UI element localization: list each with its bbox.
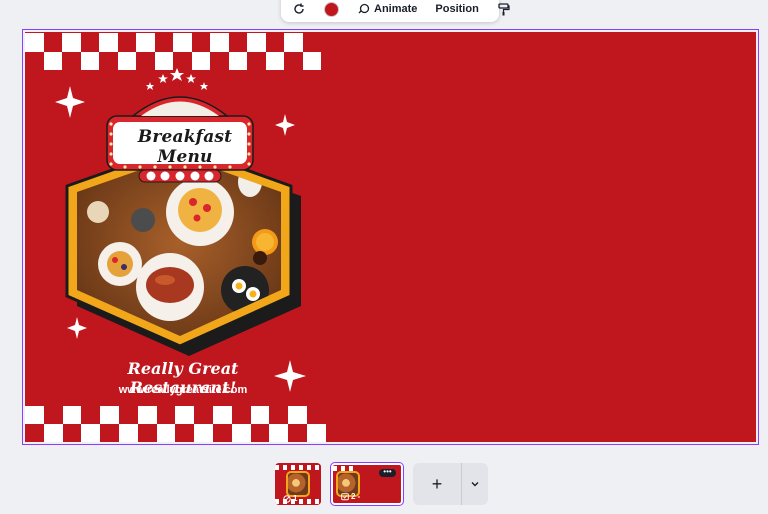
- animate-button[interactable]: Animate: [354, 0, 420, 20]
- design-canvas[interactable]: Breakfast Menu Really Great Restaurant! …: [25, 32, 756, 442]
- page-number-1: 1: [283, 494, 297, 503]
- copy-style-button[interactable]: [494, 0, 513, 20]
- position-button[interactable]: Position: [432, 0, 481, 20]
- page-number-2-label: 2 -: [351, 492, 361, 501]
- page-strip: 1 ••• 2 - +: [275, 462, 488, 506]
- rotate-icon: [294, 3, 304, 14]
- animate-label: Animate: [374, 3, 418, 15]
- page-more-button[interactable]: •••: [379, 468, 396, 477]
- rotate-button[interactable]: [289, 0, 309, 20]
- position-label: Position: [435, 3, 479, 15]
- page-number-1-label: 1: [293, 494, 298, 503]
- floating-toolbar: Animate Position: [281, 0, 510, 22]
- page-number-2: 2 -: [341, 492, 360, 501]
- comment-icon: [341, 492, 349, 500]
- thumb-checker: [275, 465, 321, 470]
- chevron-down-icon: [471, 482, 479, 487]
- add-page-options-button[interactable]: [462, 463, 488, 505]
- thumb-checker: [275, 499, 321, 504]
- page-thumbnail-2[interactable]: ••• 2 -: [330, 462, 404, 506]
- color-button[interactable]: [321, 0, 342, 20]
- page-thumbnail-1[interactable]: 1: [275, 463, 321, 505]
- add-page-button[interactable]: +: [413, 463, 461, 505]
- color-swatch: [324, 1, 339, 17]
- canvas-selection-frame[interactable]: Breakfast Menu Really Great Restaurant! …: [22, 29, 759, 445]
- menu-title[interactable]: Breakfast Menu: [115, 127, 255, 167]
- hidden-page-icon: [283, 494, 291, 503]
- star-row-icon: [146, 68, 208, 90]
- website-text[interactable]: www.reallygreatsite.com: [83, 384, 283, 396]
- add-page-group: +: [413, 463, 488, 505]
- paint-roller-icon: [498, 2, 510, 15]
- animate-icon: [358, 3, 370, 13]
